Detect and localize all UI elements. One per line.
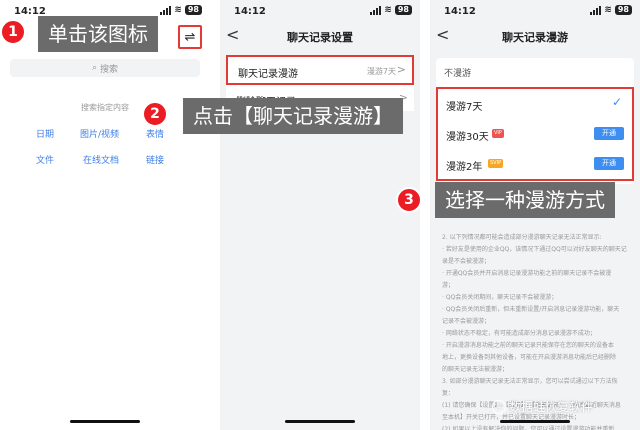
plan-7-days[interactable]: 漫游7天 ✓ [438,89,632,119]
note-line: 记录不会被漫游； [442,318,491,325]
note-line: · QQ会员关闭后重新，但未重新设置/开启消息记录漫游功能，聊天 [442,306,620,313]
home-indicator [500,420,570,423]
roaming-value: 漫游7天 [366,67,396,76]
category-images-videos[interactable]: 图片/视频 [80,127,119,140]
wifi-icon: ≋ [384,4,392,15]
home-indicator [285,420,355,423]
status-bar: 14:12 ≋ 98 [430,0,640,24]
note-line: 2. 以下列情况都可能会造成部分漫游聊天记录无法正常显示: [442,234,602,241]
wifi-icon: ≋ [604,4,612,15]
step-number-3: 3 [396,187,422,213]
callout-step-1: 单击该图标 [38,16,158,52]
checkmark-icon: ✓ [611,95,622,109]
chevron-right-icon: > [396,63,406,76]
note-line: 录是不会被漫游； [442,258,491,265]
callout-step-2: 点击【聊天记录漫游】 [183,98,403,134]
sliders-icon: ⇌ [184,29,196,45]
note-line: 的聊天记录无法被漫游； [442,366,509,373]
category-date[interactable]: 日期 [36,127,54,140]
note-line: · 开通QQ会员并开启消息记录漫游功能之前的聊天记录不会被漫 [442,270,612,277]
plan-name: 漫游7天 [446,102,483,113]
option-no-roaming[interactable]: 不漫游 [444,66,471,79]
chat-roaming-row[interactable]: 聊天记录漫游 漫游7天 > [226,55,414,85]
battery-icon: 98 [184,5,202,15]
status-bar: 14:12 ≋ 98 [220,0,420,24]
note-line: 3. 如部分漫游聊天记录无法正常显示，您可以尝试通过以下方法恢 [442,378,618,385]
category-online-docs[interactable]: 在线文档 [83,153,119,166]
status-time: 14:12 [234,6,266,17]
status-time: 14:12 [444,6,476,17]
roaming-plans: 漫游7天 ✓ 漫游30天 VIP 开通 漫游2年 SVIP 开通 [436,87,634,181]
note-line: · 开启漫游消息功能之前的聊天记录只能保存在您的聊天的设备本 [442,342,614,349]
battery-icon: 98 [394,5,412,15]
svip-badge: SVIP [488,159,504,168]
nav-bar: < 聊天记录设置 [220,24,420,48]
search-placeholder: 搜索 [100,64,119,75]
plan-name: 漫游2年 [446,162,483,173]
watermark-text: 数据蛙恢复软件 [509,400,594,414]
category-stickers[interactable]: 表情 [146,127,164,140]
phone-screen-search: 14:12 ≋ 98 ⇌ ⌕ 搜索 搜索指定内容 日期 图片/视频 表情 文件 … [0,0,210,430]
page-title: 聊天记录设置 [287,31,353,44]
roaming-label: 聊天记录漫游 [238,69,298,80]
note-line: (2) 如果以上没有解决你的问题，您可以通过设置漫游功能并重新 [442,426,615,430]
page-title: 聊天记录漫游 [502,31,568,44]
search-icon: ⌕ [91,63,98,73]
plan-2-years[interactable]: 漫游2年 SVIP 开通 [438,149,632,179]
home-indicator [70,420,140,423]
note-line: 游； [442,282,455,289]
signal-icon [590,5,602,15]
watermark: ⊙ 数据蛙恢复软件 [492,398,593,415]
search-hint: 搜索指定内容 [81,103,129,112]
signal-icon [160,5,172,15]
callout-step-3: 选择一种漫游方式 [435,182,615,218]
activate-2-years-button[interactable]: 开通 [594,157,624,170]
note-line: 地上，更换设备到其他设备，可能在开启漫游消息功能后已经删除 [442,354,617,361]
step-number-1: 1 [0,19,26,45]
wifi-icon: ≋ [174,4,182,15]
plan-name: 漫游30天 [446,132,489,143]
note-line: · 网络状态不稳定，有可能造成部分消息记录漫游不成功； [442,330,596,337]
phone-screen-chat-settings: 14:12 ≋ 98 < 聊天记录设置 聊天记录漫游 漫游7天 > 删除聊天记录… [220,0,420,430]
step-number-2: 2 [142,101,168,127]
category-files[interactable]: 文件 [36,153,54,166]
note-line: · QQ会员关闭期间，聊天记录不会被漫游； [442,294,558,301]
plan-30-days[interactable]: 漫游30天 VIP 开通 [438,119,632,149]
note-line: · 若好友是使用的企业QQ，该情况下通过QQ可以对好友聊天的聊天记 [442,246,627,253]
signal-icon [370,5,382,15]
search-input[interactable]: ⌕ 搜索 [10,59,200,77]
activate-30-days-button[interactable]: 开通 [594,127,624,140]
nav-bar: < 聊天记录漫游 [430,24,640,48]
filter-settings-button[interactable]: ⇌ [178,25,202,49]
category-links[interactable]: 链接 [146,153,164,166]
vip-badge: VIP [492,129,504,138]
battery-icon: 98 [614,5,632,15]
watermark-logo-icon: ⊙ [492,399,506,414]
